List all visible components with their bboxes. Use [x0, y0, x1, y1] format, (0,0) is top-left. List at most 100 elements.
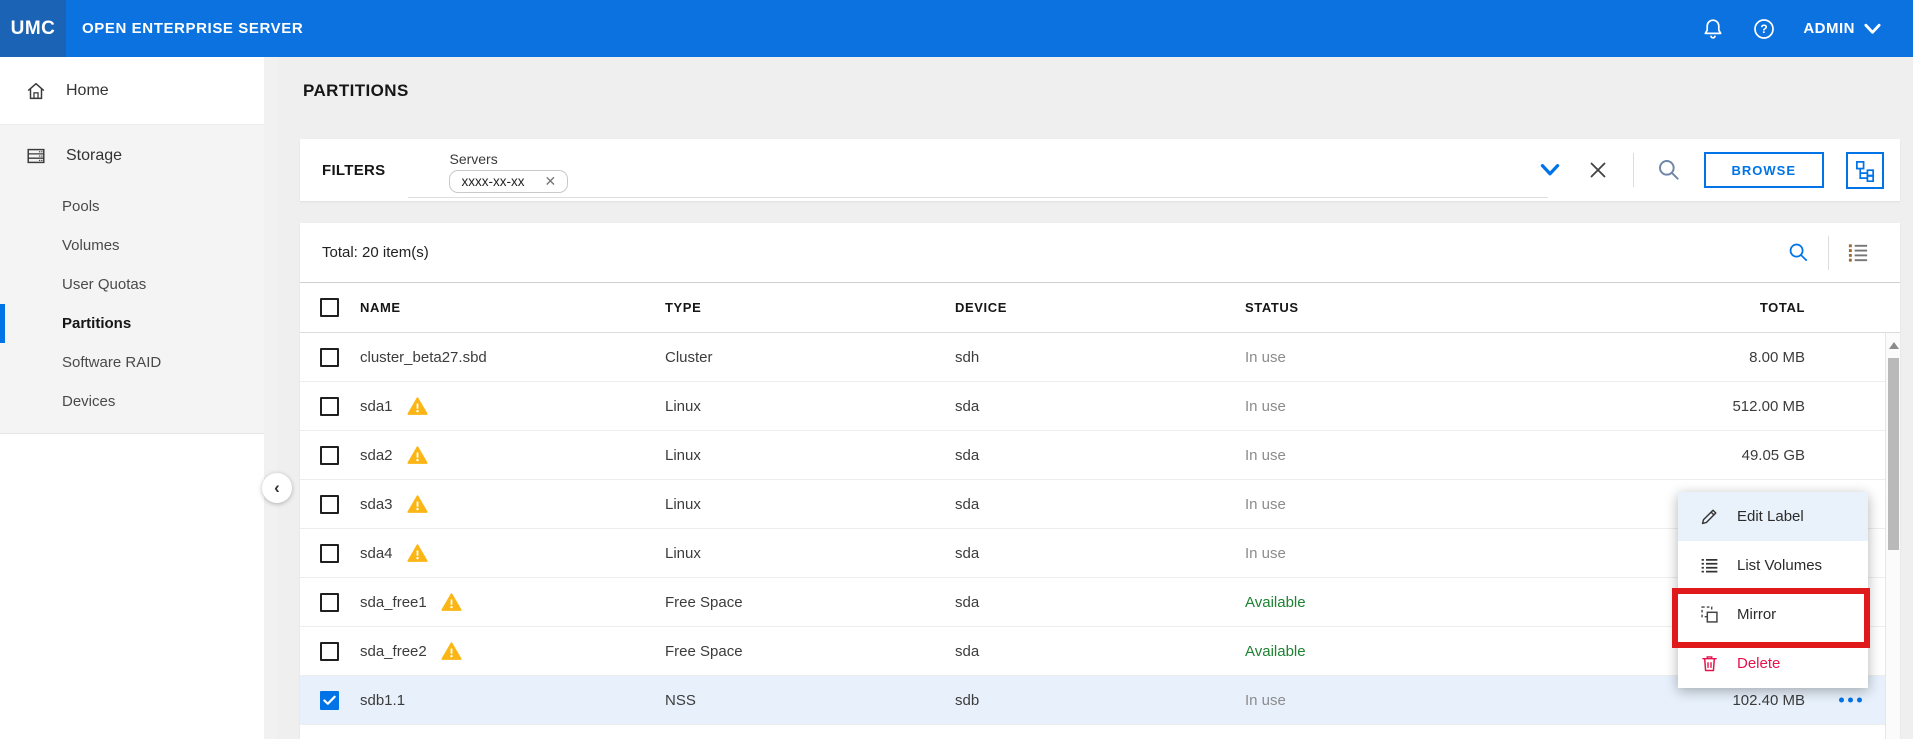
table-scrollbar[interactable]	[1885, 333, 1900, 739]
sidebar-item-software-raid[interactable]: Software RAID	[0, 343, 277, 382]
row-checkbox[interactable]	[320, 397, 339, 416]
divider	[1828, 236, 1829, 270]
column-header-status[interactable]: STATUS	[1245, 300, 1507, 315]
scroll-up-arrow-icon[interactable]	[1889, 342, 1899, 349]
partition-total: 512.00 MB	[1507, 398, 1900, 415]
browse-button[interactable]: BROWSE	[1704, 152, 1825, 188]
partition-type: Linux	[665, 398, 955, 415]
clear-filters-icon[interactable]	[1585, 157, 1611, 183]
divider	[1633, 153, 1634, 187]
partition-status: Available	[1245, 643, 1507, 660]
table-toolbar-actions	[1787, 236, 1870, 270]
sidebar-item-label: Volumes	[62, 237, 120, 254]
partition-name: cluster_beta27.sbd	[360, 349, 487, 366]
notifications-bell-icon[interactable]	[1701, 17, 1725, 41]
row-checkbox[interactable]	[320, 593, 339, 612]
table-row[interactable]: sda3 Linux sda In use	[300, 480, 1900, 529]
partition-name: sda2	[360, 447, 393, 464]
umc-logo[interactable]: UMC	[0, 0, 66, 57]
menu-item-edit-label[interactable]: Edit Label	[1678, 492, 1868, 541]
sidebar-item-label: User Quotas	[62, 276, 146, 293]
table-row[interactable]: sda4 Linux sda In use	[300, 529, 1900, 578]
sidebar-collapse-button[interactable]: ‹	[262, 473, 292, 503]
table-row-selected[interactable]: sdb1.1 NSS sdb In use 102.40 MB	[300, 676, 1900, 725]
sidebar-item-storage[interactable]: Storage	[0, 125, 277, 187]
partition-type: Linux	[665, 545, 955, 562]
list-view-icon[interactable]	[1847, 241, 1870, 264]
menu-item-mirror[interactable]: Mirror	[1678, 590, 1868, 639]
row-checkbox[interactable]	[320, 446, 339, 465]
product-title: OPEN ENTERPRISE SERVER	[82, 20, 303, 37]
table-search-icon[interactable]	[1787, 241, 1810, 264]
sidebar-storage-group: Storage Pools Volumes User Quotas Partit…	[0, 125, 277, 434]
menu-item-label: Edit Label	[1737, 508, 1804, 525]
help-icon[interactable]: ?	[1752, 17, 1776, 41]
sidebar-item-volumes[interactable]: Volumes	[0, 226, 277, 265]
filter-field-underline	[408, 197, 1548, 198]
list-icon	[1699, 555, 1720, 576]
table-toolbar: Total: 20 item(s)	[300, 223, 1900, 283]
total-count: Total: 20 item(s)	[322, 244, 429, 261]
sidebar-item-label: Partitions	[62, 315, 131, 332]
row-actions-ellipsis-icon[interactable]	[1839, 698, 1862, 703]
column-header-name[interactable]: NAME	[360, 300, 665, 315]
row-checkbox[interactable]	[320, 544, 339, 563]
partition-status: In use	[1245, 496, 1507, 513]
collapse-filters-chevron-icon[interactable]	[1537, 157, 1563, 183]
sidebar-item-devices[interactable]: Devices	[0, 382, 277, 421]
row-checkbox[interactable]	[320, 642, 339, 661]
sidebar-item-partitions[interactable]: Partitions	[0, 304, 277, 343]
table-row[interactable]: sda2 Linux sda In use 49.05 GB	[300, 431, 1900, 480]
search-icon[interactable]	[1656, 157, 1682, 183]
partition-name: sda_free2	[360, 643, 427, 660]
warning-icon	[407, 494, 428, 515]
partition-device: sda	[955, 496, 1245, 513]
row-checkbox-checked[interactable]	[320, 691, 339, 710]
column-header-total[interactable]: TOTAL	[1507, 300, 1900, 315]
server-filter-chip[interactable]: xxxx-xx-xx ✕	[449, 170, 568, 193]
menu-item-delete[interactable]: Delete	[1678, 639, 1868, 688]
partition-name: sda3	[360, 496, 393, 513]
table-row[interactable]: sda1 Linux sda In use 512.00 MB	[300, 382, 1900, 431]
partition-total: 8.00 MB	[1507, 349, 1900, 366]
row-checkbox[interactable]	[320, 495, 339, 514]
sidebar-item-pools[interactable]: Pools	[0, 187, 277, 226]
partition-device: sda	[955, 447, 1245, 464]
pencil-icon	[1699, 506, 1720, 527]
partition-name: sda_free1	[360, 594, 427, 611]
servers-filter-field: Servers xxxx-xx-xx ✕	[449, 151, 568, 193]
column-header-device[interactable]: DEVICE	[955, 300, 1245, 315]
topbar-actions: ? ADMIN	[1701, 17, 1881, 41]
partition-device: sdb	[955, 692, 1245, 709]
select-all-checkbox[interactable]	[320, 298, 339, 317]
partition-total: 49.05 GB	[1507, 447, 1900, 464]
table-row[interactable]: sda_free1 Free Space sda Available	[300, 578, 1900, 627]
user-name: ADMIN	[1803, 20, 1855, 37]
row-checkbox[interactable]	[320, 348, 339, 367]
partition-status: In use	[1245, 692, 1507, 709]
trash-icon	[1699, 653, 1720, 674]
sidebar-item-label: Home	[66, 82, 109, 100]
warning-icon	[441, 641, 462, 662]
partition-device: sda	[955, 398, 1245, 415]
chevron-down-icon	[1864, 23, 1881, 35]
partition-name: sda4	[360, 545, 393, 562]
partition-device: sda	[955, 594, 1245, 611]
partition-status: In use	[1245, 545, 1507, 562]
partition-type: Free Space	[665, 643, 955, 660]
sidebar-item-user-quotas[interactable]: User Quotas	[0, 265, 277, 304]
column-header-type[interactable]: TYPE	[665, 300, 955, 315]
user-menu[interactable]: ADMIN	[1803, 20, 1881, 37]
partition-name: sda1	[360, 398, 393, 415]
menu-item-label: List Volumes	[1737, 557, 1822, 574]
table-row[interactable]: cluster_beta27.sbd Cluster sdh In use 8.…	[300, 333, 1900, 382]
sidebar-item-label: Pools	[62, 198, 100, 215]
table-row[interactable]: sda_free2 Free Space sda Available	[300, 627, 1900, 676]
partition-type: Linux	[665, 496, 955, 513]
chevron-left-icon: ‹	[274, 478, 280, 498]
scrollbar-thumb[interactable]	[1888, 358, 1899, 550]
sidebar-item-home[interactable]: Home	[0, 57, 277, 125]
tree-view-button[interactable]	[1846, 152, 1884, 189]
menu-item-list-volumes[interactable]: List Volumes	[1678, 541, 1868, 590]
chip-remove-icon[interactable]: ✕	[544, 173, 556, 190]
